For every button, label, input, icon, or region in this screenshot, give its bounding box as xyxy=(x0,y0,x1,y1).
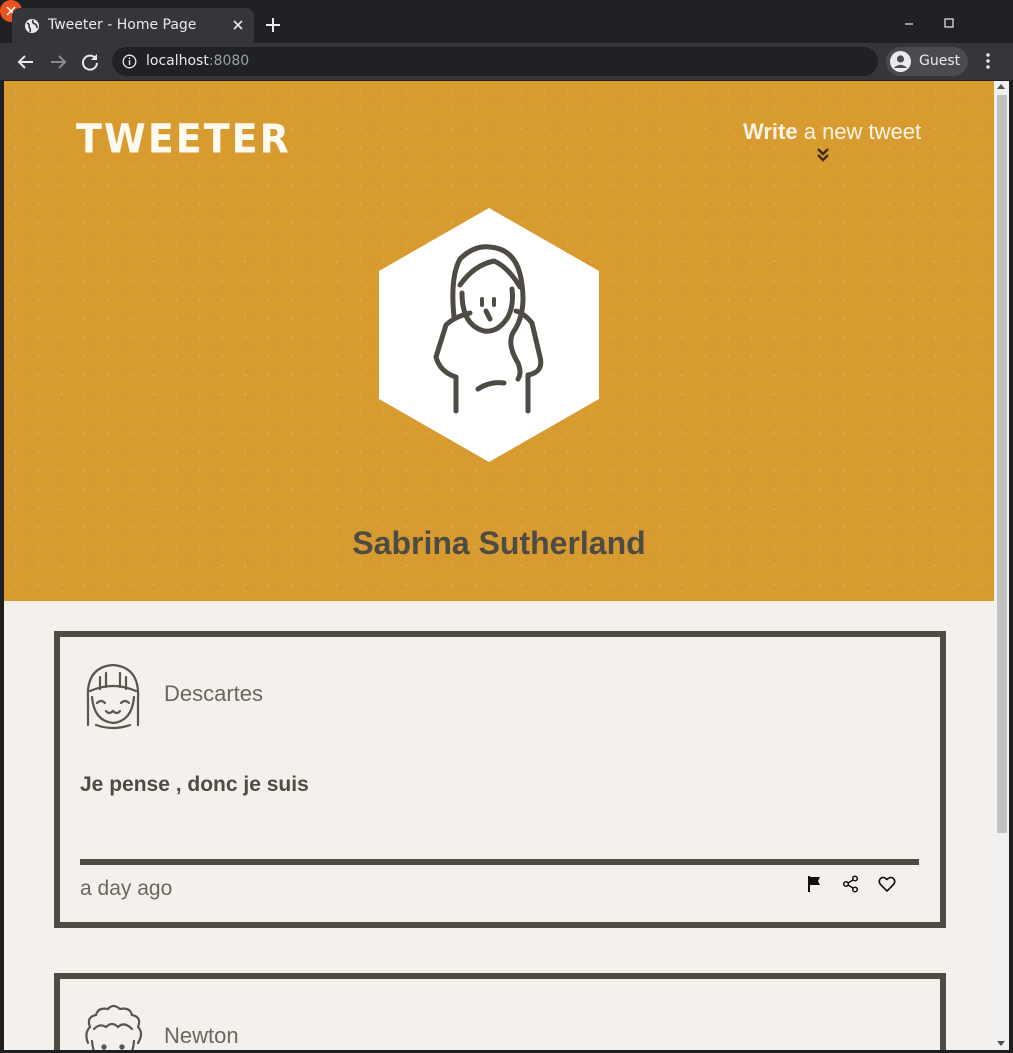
tab-title: Tweeter - Home Page xyxy=(48,17,197,33)
profile-button[interactable]: Guest xyxy=(886,47,968,76)
profile-header: TWEETER Write a new tweet Sabrina Suther… xyxy=(4,81,994,601)
maximize-icon[interactable] xyxy=(938,12,960,34)
page-viewport: TWEETER Write a new tweet Sabrina Suther… xyxy=(4,81,994,1050)
tweet-card: Newton xyxy=(54,973,946,1050)
forward-arrow-icon[interactable] xyxy=(46,50,70,74)
write-new-tweet-link[interactable]: Write a new tweet xyxy=(743,119,921,145)
profile-label: Guest xyxy=(919,53,961,69)
minimize-icon[interactable] xyxy=(898,12,920,34)
browser-titlebar: Tweeter - Home Page xyxy=(0,0,1013,43)
author-avatar xyxy=(85,1004,143,1050)
back-arrow-icon[interactable] xyxy=(14,50,38,74)
kebab-menu-icon[interactable] xyxy=(978,51,998,71)
heart-icon[interactable] xyxy=(878,875,896,893)
share-icon[interactable] xyxy=(842,875,860,893)
flag-icon[interactable] xyxy=(806,875,824,893)
double-chevron-down-icon[interactable] xyxy=(816,147,830,163)
tweet-author: Descartes xyxy=(164,681,264,706)
new-tab-plus-icon[interactable] xyxy=(262,14,284,36)
scroll-down-arrow-icon[interactable] xyxy=(997,1041,1005,1046)
profile-name: Sabrina Sutherland xyxy=(352,525,646,561)
globe-icon xyxy=(25,19,39,33)
address-bar[interactable]: localhost:8080 xyxy=(112,47,878,76)
tweet-divider xyxy=(80,859,919,865)
account-icon xyxy=(890,51,911,72)
scroll-up-arrow-icon[interactable] xyxy=(997,84,1005,89)
url-text[interactable]: localhost:8080 xyxy=(146,53,249,69)
browser-tab-active[interactable]: Tweeter - Home Page xyxy=(12,8,254,43)
tweet-author: Newton xyxy=(164,1023,239,1048)
profile-avatar xyxy=(379,208,599,462)
author-avatar xyxy=(86,663,140,730)
tweet-timestamp: a day ago xyxy=(80,877,173,900)
reload-icon[interactable] xyxy=(78,50,102,74)
tweet-text: Je pense , donc je suis xyxy=(80,773,309,796)
page-scrollbar[interactable] xyxy=(994,81,1009,1050)
scroll-thumb[interactable] xyxy=(997,95,1007,833)
info-icon[interactable] xyxy=(122,54,137,69)
close-icon[interactable] xyxy=(230,17,246,33)
site-logo[interactable]: TWEETER xyxy=(76,116,291,162)
tweet-card: Descartes Je pense , donc je suis a day … xyxy=(54,631,946,928)
browser-toolbar: localhost:8080 Guest xyxy=(0,43,1013,80)
